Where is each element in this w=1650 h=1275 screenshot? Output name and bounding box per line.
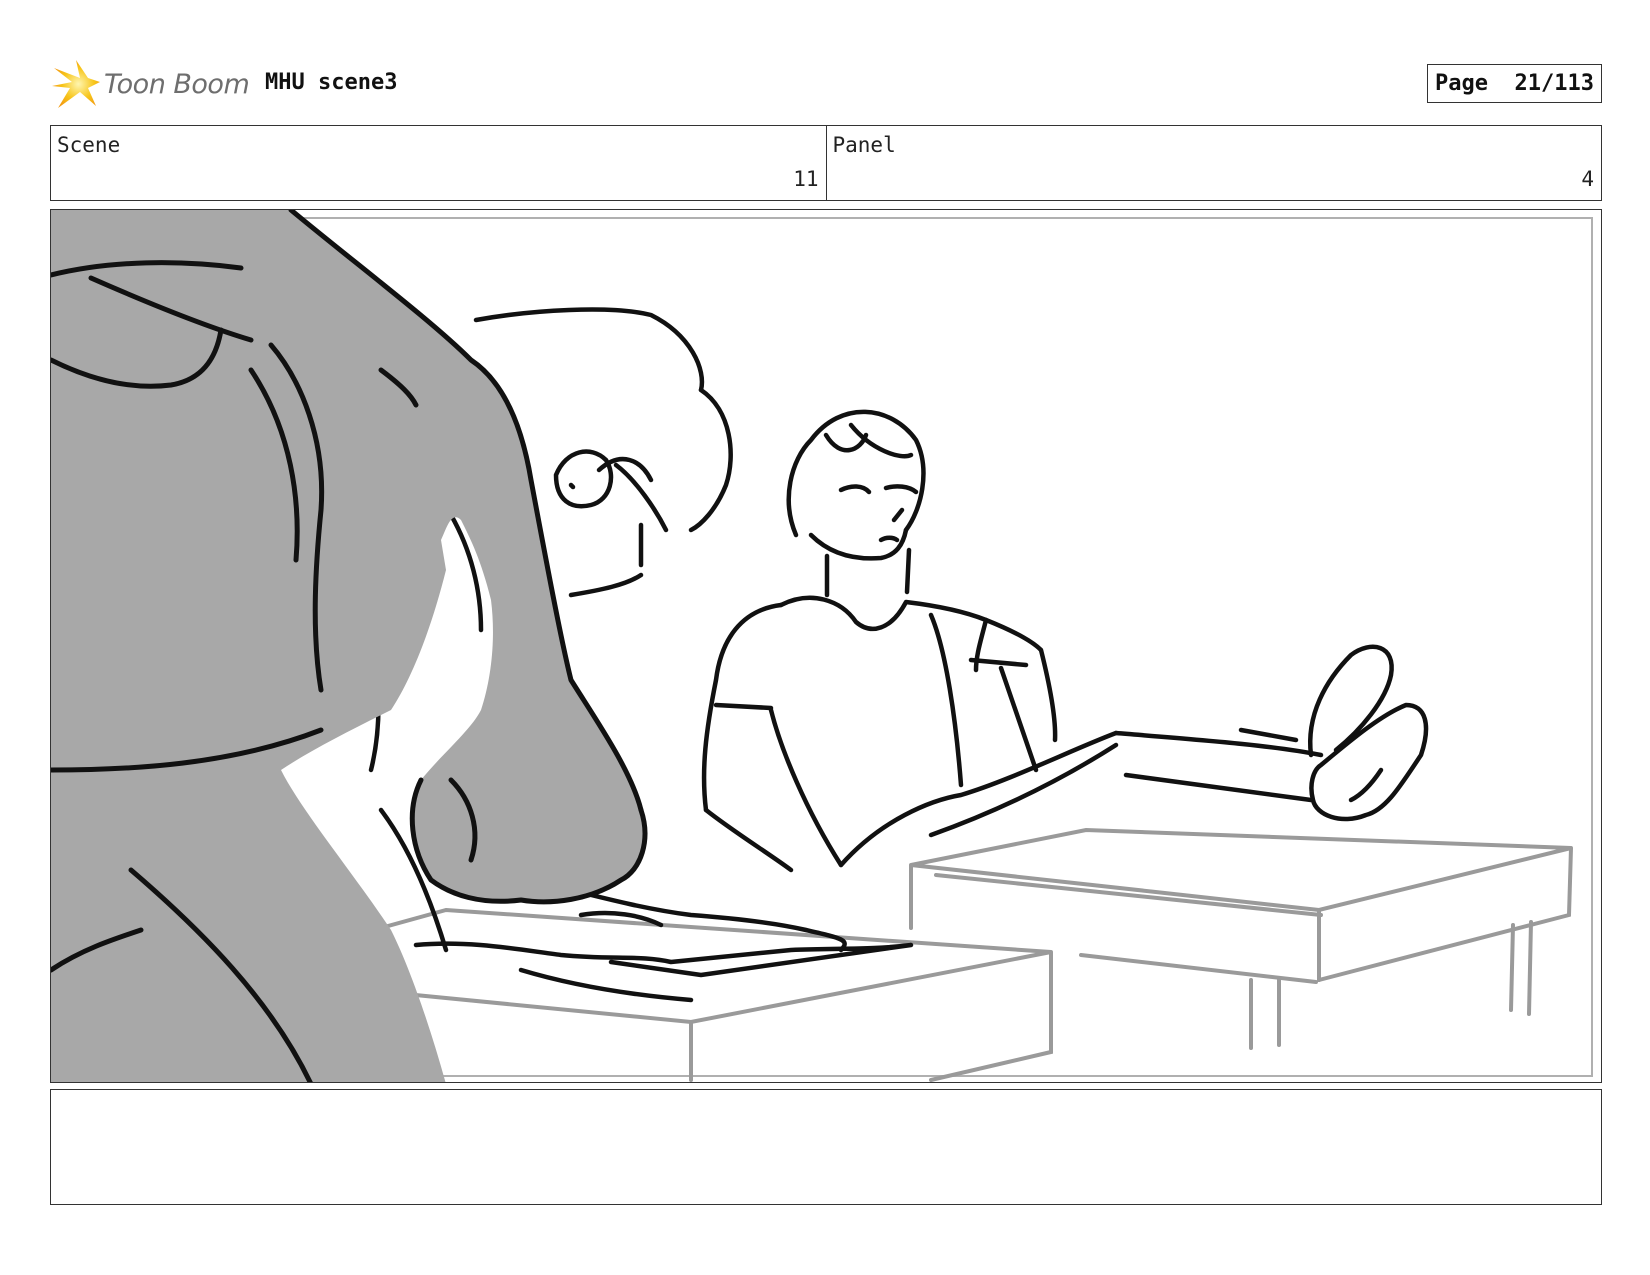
scene-panel-info: Scene 11 Panel 4 [50,125,1602,201]
page-header: Toon Boom MHU scene3 Page 21/113 [50,56,1602,108]
project-title: MHU scene3 [265,70,398,95]
panel-label: Panel [832,133,896,157]
storyboard-panel [50,209,1602,1083]
panel-drawing [51,210,1593,1082]
page-label: Page [1435,71,1489,96]
back-desk [909,827,1573,1050]
toon-boom-star-icon [52,60,100,108]
seated-character [701,409,1429,873]
page-indicator: Page 21/113 [1427,64,1602,103]
scene-label: Scene [57,133,121,157]
panel-notes [50,1089,1602,1205]
page-number: 21/113 [1514,71,1594,96]
panel-cell: Panel 4 [825,126,1602,200]
panel-value: 4 [1581,167,1594,191]
foreground-character [51,210,648,1082]
toon-boom-logo: Toon Boom [50,56,250,112]
scene-value: 11 [793,167,819,191]
scene-cell: Scene 11 [51,126,826,200]
logo-text: Toon Boom [104,68,250,100]
